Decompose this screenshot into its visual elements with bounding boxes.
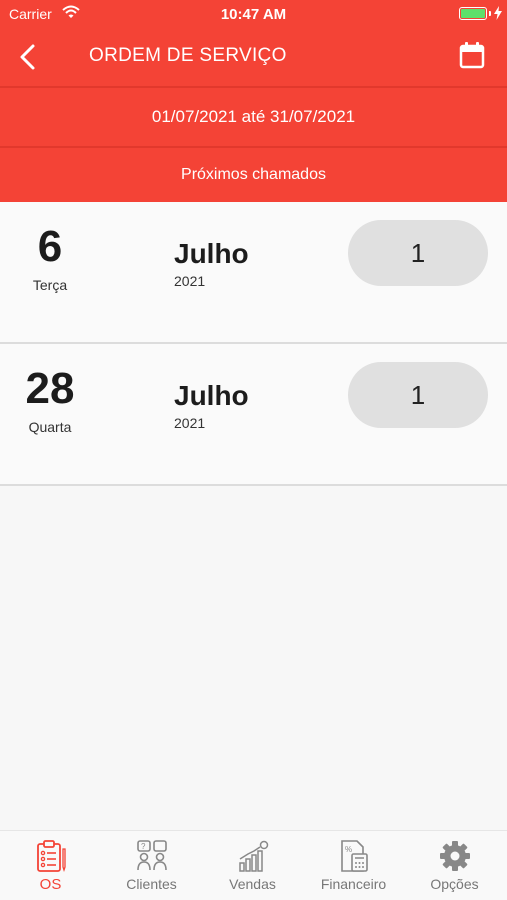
day-number: 6	[37, 222, 63, 271]
list-item[interactable]: 28 Quarta Julho 2021 1	[0, 344, 507, 486]
clock: 10:47 AM	[220, 6, 287, 23]
calendar-button[interactable]	[459, 41, 485, 74]
sales-chart-icon	[239, 840, 269, 872]
tab-label: Clientes	[126, 876, 177, 892]
year-label: 2021	[174, 273, 206, 289]
day-number: 28	[25, 364, 75, 413]
calendar-icon	[459, 42, 485, 69]
clipboard-checklist-icon	[37, 840, 66, 873]
tab-label: Opções	[430, 876, 479, 892]
clients-icon: ?	[137, 840, 167, 871]
weekday-label: Quarta	[28, 419, 72, 435]
gear-icon	[440, 841, 470, 871]
app-header: ORDEM DE SERVIÇO	[0, 28, 507, 86]
svg-text:%: %	[345, 845, 352, 854]
page-title: ORDEM DE SERVIÇO	[89, 45, 287, 66]
section-label: Próximos chamados	[0, 146, 507, 202]
tab-label: Financeiro	[320, 876, 387, 892]
year-label: 2021	[174, 415, 206, 431]
month-label: Julho	[174, 238, 249, 269]
tab-clientes[interactable]: ? Clientes	[101, 831, 202, 900]
count-badge[interactable]: 1	[348, 362, 488, 428]
tab-os[interactable]: OS	[0, 831, 101, 900]
weekday-label: Terça	[32, 277, 68, 293]
tab-label: Vendas	[229, 876, 276, 892]
calculator-icon: %	[341, 840, 368, 872]
battery-icon	[459, 7, 487, 20]
tab-opcoes[interactable]: Opções	[404, 831, 505, 900]
battery-terminal	[489, 11, 491, 16]
chevron-left-icon	[20, 44, 35, 70]
month-label: Julho	[174, 380, 249, 411]
back-button[interactable]	[14, 42, 44, 72]
tab-label: OS	[39, 876, 62, 893]
svg-text:?: ?	[141, 842, 146, 851]
tab-financeiro[interactable]: % Financeiro	[303, 831, 404, 900]
date-range-filter[interactable]: 01/07/2021 até 31/07/2021	[0, 86, 507, 146]
count-badge[interactable]: 1	[348, 220, 488, 286]
list-item[interactable]: 6 Terça Julho 2021 1	[0, 202, 507, 344]
charging-icon	[494, 6, 502, 25]
tab-vendas[interactable]: Vendas	[202, 831, 303, 900]
status-bar: Carrier 10:47 AM	[0, 0, 507, 28]
tab-bar: OS ? Clientes Vendas % Financeiro Opções	[0, 830, 507, 900]
